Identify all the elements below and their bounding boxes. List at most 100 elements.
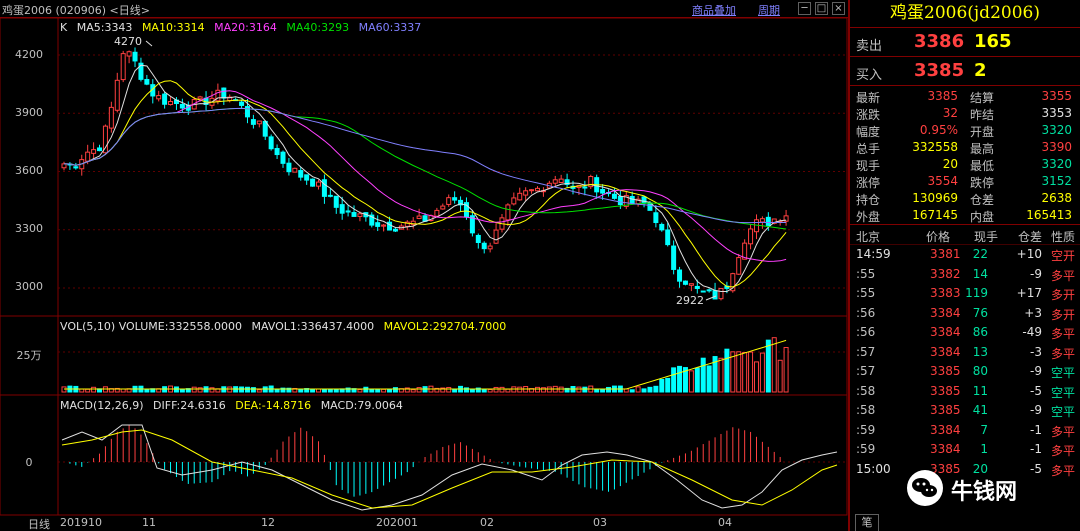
candle-body	[392, 228, 398, 232]
tick-row[interactable]: :57 3384 13 -3 多平	[850, 343, 1080, 363]
y-tick-3300: 3300	[15, 222, 43, 235]
watermark: 牛钱网	[905, 468, 1080, 508]
candle-body	[179, 103, 185, 109]
restore-button[interactable]: □	[815, 2, 828, 15]
candle-body	[85, 151, 91, 162]
close-button[interactable]: ×	[832, 2, 845, 15]
macd-legend-main: MACD(12,26,9)	[60, 399, 144, 412]
volume-bar	[256, 389, 262, 393]
bid-qty: 2	[974, 60, 987, 81]
stat-value: 3152	[1041, 174, 1072, 188]
volume-bar	[600, 389, 606, 393]
tick-tab[interactable]: 笔	[855, 514, 879, 531]
tick-type: 多平	[1051, 268, 1076, 283]
stat-value: 32	[942, 106, 958, 120]
tick-type: 多平	[1051, 444, 1076, 458]
x-label-11: 11	[142, 516, 156, 529]
candle-body	[665, 229, 671, 246]
candle-body	[144, 78, 150, 85]
volume-bar	[694, 367, 700, 393]
minimize-button[interactable]: ─	[798, 2, 811, 15]
tick-row[interactable]: 14:59 3381 22 +10 空开	[850, 245, 1080, 265]
tick-row[interactable]: :58 3385 41 -9 空平	[850, 401, 1080, 421]
tick-row[interactable]: :59 3384 7 -1 多平	[850, 421, 1080, 441]
volume-bar	[209, 387, 215, 393]
low-price-label: 2922	[676, 294, 704, 307]
candle-body	[120, 53, 126, 81]
y-tick-4200: 4200	[15, 48, 43, 61]
candle-body	[351, 212, 357, 217]
volume-bar	[753, 361, 759, 393]
tick-vol: 22	[972, 247, 988, 261]
ask-qty: 165	[974, 31, 1012, 52]
macd-value-legend: MACD:79.0064	[320, 399, 403, 412]
wechat-icon	[907, 470, 943, 506]
candle-body	[250, 119, 256, 125]
macd-legend: MACD(12,26,9) DIFF:24.6316 DEA:-14.8716 …	[60, 399, 409, 412]
volume-bar	[250, 387, 256, 393]
tick-row[interactable]: :58 3385 11 -5 空平	[850, 382, 1080, 402]
volume-bar	[677, 365, 683, 393]
volume-bar	[606, 386, 612, 393]
volume-bar	[481, 389, 487, 393]
candle-body	[304, 174, 310, 181]
tick-vol: 41	[972, 403, 988, 417]
volume-bar	[688, 370, 694, 393]
volume-bar	[381, 388, 387, 393]
tick-list[interactable]: 14:59 3381 22 +10 空开:55 3382 14 -9 多平:55 3383 119 +…	[850, 245, 1080, 479]
volume-bar	[653, 385, 659, 393]
candle-body	[114, 79, 120, 111]
tick-time: :55	[856, 266, 876, 281]
volume-bar	[783, 347, 789, 393]
overlay-commodity-link[interactable]: 商品叠加	[692, 2, 736, 18]
quote-panel: 鸡蛋2006(jd2006) 卖出 3386 165 买入 3385 2 最新 3…	[848, 0, 1080, 531]
tick-row[interactable]: :55 3382 14 -9 多平	[850, 265, 1080, 285]
ma20-line	[63, 90, 787, 262]
tick-row[interactable]: :57 3385 80 -9 空平	[850, 362, 1080, 382]
tick-vol: 86	[972, 325, 988, 339]
candle-body	[700, 290, 706, 293]
x-label-02: 02	[480, 516, 494, 529]
tick-row[interactable]: :56 3384 76 +3 多开	[850, 304, 1080, 324]
stat-label: 外盘	[856, 210, 881, 224]
tick-row[interactable]: :55 3383 119 +17 多开	[850, 284, 1080, 304]
high-price-label: 4270	[114, 35, 142, 48]
x-label-202001: 202001	[376, 516, 418, 529]
x-label-04: 04	[718, 516, 732, 529]
candle-body	[156, 95, 162, 100]
stat-row: 现手 20 最低 3320	[850, 156, 1080, 173]
x-label-201910: 201910	[60, 516, 102, 529]
candle-body	[333, 195, 339, 208]
volume-bar	[493, 386, 499, 393]
candle-body	[132, 51, 138, 62]
candle-body	[375, 222, 381, 227]
ask-row[interactable]: 卖出 3386 165	[850, 28, 1080, 57]
period-link[interactable]: 周期	[758, 2, 780, 18]
macd-pane-frame	[57, 394, 848, 516]
bid-row[interactable]: 买入 3385 2	[850, 57, 1080, 86]
candle-body	[765, 216, 771, 226]
tick-header: 北京 价格 现手 仓差 性质	[850, 225, 1080, 245]
vol-y-tick: 25万	[16, 349, 42, 362]
dea-legend: DEA:-14.8716	[235, 399, 312, 412]
tick-oi: -49	[1022, 325, 1042, 339]
tick-row[interactable]: :59 3384 1 -1 多平	[850, 440, 1080, 460]
stat-value: 3355	[1041, 89, 1072, 103]
stat-row: 涨跌 32 昨结 3353	[850, 105, 1080, 122]
candle-body	[274, 148, 280, 156]
volume-bar	[641, 388, 647, 393]
ma10-line	[63, 80, 787, 288]
bid-label: 买入	[856, 68, 883, 83]
candle-body	[316, 181, 322, 187]
tick-row[interactable]: :56 3384 86 -49 多平	[850, 323, 1080, 343]
candle-body	[321, 179, 327, 197]
chart-canvas[interactable]	[0, 0, 848, 531]
candle-body	[558, 178, 564, 184]
macd-y-tick: 0	[25, 456, 33, 469]
candle-body	[629, 195, 635, 204]
kline-chart-area[interactable]: 鸡蛋2006 (020906) <日线> 商品叠加 周期 ─ □ × K MA5…	[0, 0, 848, 531]
y-tick-3900: 3900	[15, 106, 43, 119]
tick-type: 空平	[1051, 405, 1076, 419]
tick-price: 3385	[930, 364, 961, 378]
stat-value: 167145	[912, 208, 958, 222]
